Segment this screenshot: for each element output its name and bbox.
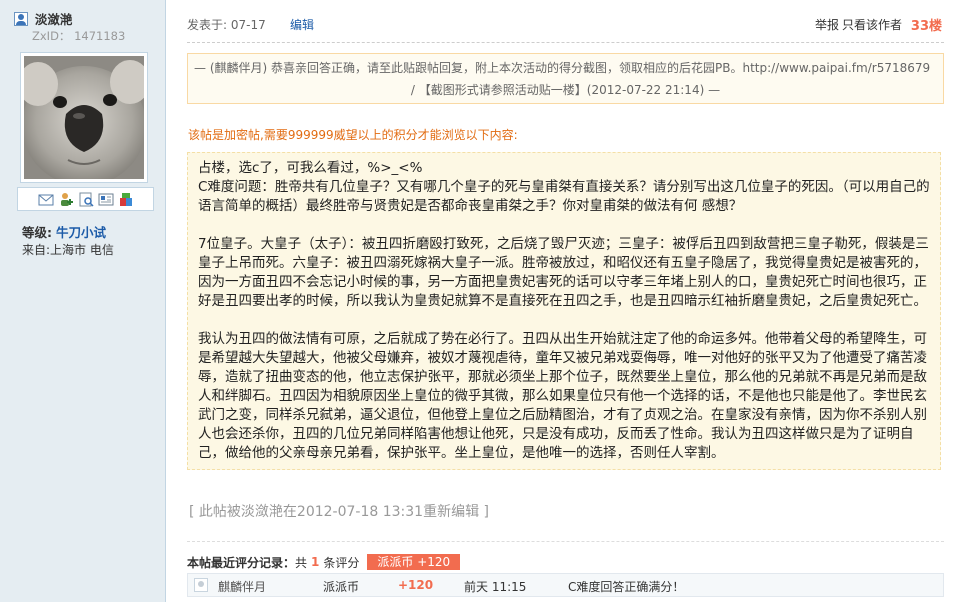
post-meta-bar: 发表于: 07-17 编辑 举报 只看该作者 33楼: [187, 16, 942, 34]
user-status-icon: [14, 11, 28, 26]
rating-currency: 派派币: [323, 580, 360, 594]
rating-divider: [187, 541, 944, 542]
author-location: 来自:上海市 电信: [22, 243, 114, 257]
only-author-link[interactable]: 只看该作者: [842, 16, 902, 33]
gift-icon[interactable]: [118, 192, 134, 207]
rating-badge: 派派币 +120: [367, 554, 461, 570]
rating-count-suffix: 条评分: [323, 555, 360, 570]
content-paragraph: 我认为丑四的做法情有可原，之后就成了势在必行了。丑四从出生开始就注定了他的命运多…: [198, 331, 927, 461]
edit-link[interactable]: 编辑: [290, 16, 314, 33]
avatar[interactable]: [20, 52, 148, 183]
author-name[interactable]: 淡潋滟: [35, 12, 73, 27]
rating-reason: C难度回答正确满分！: [568, 580, 685, 594]
blog-icon[interactable]: [98, 192, 114, 207]
author-level: 等级: 牛刀小试: [22, 222, 106, 241]
level-value[interactable]: 牛刀小试: [56, 225, 106, 240]
report-link[interactable]: 举报: [815, 16, 839, 33]
rater-avatar-icon[interactable]: [194, 578, 208, 592]
rating-row: 麒麟伴月 派派币 +120 前天 11:15 C难度回答正确满分！: [187, 573, 944, 597]
post-date: 发表于: 07-17: [187, 18, 266, 32]
author-toolbar: [17, 187, 154, 211]
reedit-note: [ 此帖被淡潋滟在2012-07-18 13:31重新编辑 ]: [189, 504, 489, 520]
notice-line-1: — (麒麟伴月) 恭喜亲回答正确，请至此贴跟帖回复，附上本次活动的得分截图，领取…: [194, 61, 931, 75]
rating-title: 本帖最近评分记录：: [187, 555, 296, 570]
notice-line-2: / 【截图形式请参照活动贴一楼】(2012-07-22 21:14) —: [410, 83, 721, 97]
content-paragraph: 占楼，选c了，可我么看过，%>_<%: [198, 160, 423, 176]
rating-points: +120: [398, 578, 434, 592]
rating-time: 前天 11:15: [464, 580, 527, 594]
level-label: 等级:: [22, 225, 52, 240]
meta-divider: [187, 42, 944, 43]
floor-number[interactable]: 33楼: [911, 15, 942, 34]
post-content: 占楼，选c了，可我么看过，%>_<% C难度问题：胜帝共有几位皇子？又有哪几个皇…: [187, 152, 941, 470]
content-paragraph: C难度问题：胜帝共有几位皇子？又有哪几个皇子的死与皇甫桀有直接关系？请分别写出这…: [198, 179, 930, 214]
rating-header: 本帖最近评分记录： 共 1 条评分 派派币 +120: [187, 554, 461, 570]
koala-avatar-image: [24, 56, 144, 179]
author-header: 淡潋滟: [14, 9, 73, 27]
encrypted-post-note: 该帖是加密帖,需要999999威望以上的积分才能浏览以下内容:: [188, 128, 518, 142]
content-paragraph: 7位皇子。大皇子（太子）：被丑四折磨殴打致死，之后烧了毁尸灭迹；三皇子：被俘后丑…: [198, 236, 929, 309]
profile-icon[interactable]: [78, 192, 94, 207]
rater-name[interactable]: 麒麟伴月: [218, 578, 266, 595]
moderator-notice: — (麒麟伴月) 恭喜亲回答正确，请至此贴跟帖回复，附上本次活动的得分截图，领取…: [187, 53, 944, 104]
message-icon[interactable]: [38, 192, 54, 207]
add-friend-icon[interactable]: [58, 192, 74, 207]
rating-count: 1: [311, 555, 320, 569]
author-sidebar: 淡潋滟 ZxID： 1471183 等级: 牛刀小试 来自:上海市 电信: [0, 0, 166, 602]
author-zxid: ZxID： 1471183: [32, 29, 126, 43]
rating-count-prefix: 共: [295, 555, 308, 570]
